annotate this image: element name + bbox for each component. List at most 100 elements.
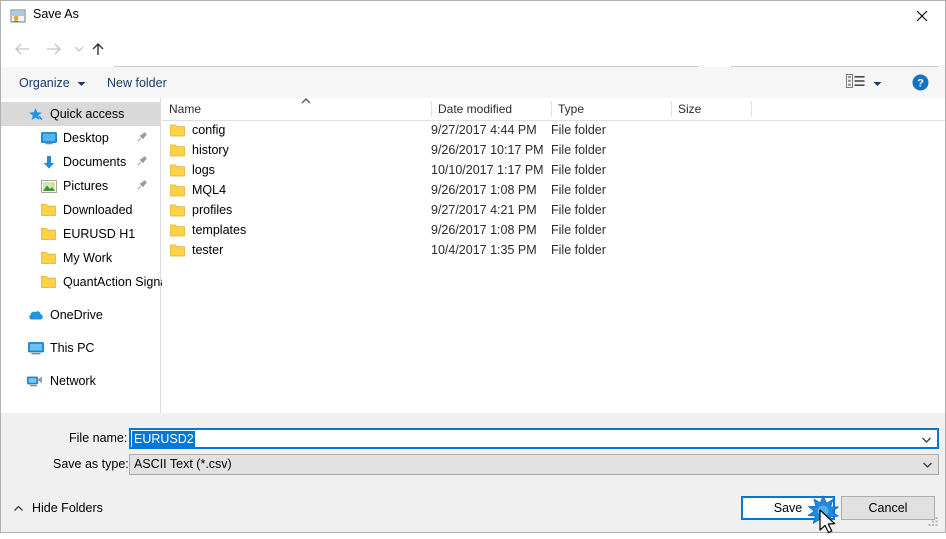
sidebar-item-label: Downloaded xyxy=(63,203,133,217)
sidebar-item-pictures[interactable]: Pictures xyxy=(1,174,160,198)
save-as-icon xyxy=(10,8,26,24)
table-row[interactable]: config 9/27/2017 4:44 PM File folder xyxy=(162,120,945,140)
sidebar-item-quantaction-signal[interactable]: QuantAction Signal xyxy=(1,270,170,294)
folder-icon xyxy=(169,222,185,238)
sidebar-item-label: Desktop xyxy=(63,131,109,145)
folder-icon xyxy=(169,202,185,218)
table-row[interactable]: logs 10/10/2017 1:17 PM File folder xyxy=(162,160,945,180)
main-content: Quick access Desktop Documents Pictures … xyxy=(1,98,945,413)
chevron-down-icon xyxy=(77,76,86,90)
pin-icon[interactable] xyxy=(137,131,148,145)
sidebar-item-label: QuantAction Signal xyxy=(63,275,171,289)
sidebar-item-downloaded[interactable]: Downloaded xyxy=(1,198,160,222)
table-row[interactable]: history 9/26/2017 10:17 PM File folder xyxy=(162,140,945,160)
save-as-type-value: ASCII Text (*.csv) xyxy=(134,457,232,471)
save-as-type-label: Save as type: xyxy=(53,457,129,471)
pin-icon[interactable] xyxy=(137,155,148,169)
file-date-cell: 9/27/2017 4:21 PM xyxy=(431,203,537,217)
pin-icon[interactable] xyxy=(137,179,148,193)
window-title: Save As xyxy=(33,7,79,21)
cancel-button[interactable]: Cancel xyxy=(841,496,935,520)
arrow-up-icon[interactable] xyxy=(85,31,111,67)
file-name-cell[interactable]: templates xyxy=(169,220,246,240)
file-type-cell: File folder xyxy=(551,143,606,157)
column-header-name[interactable]: Name xyxy=(162,98,431,120)
save-button[interactable]: Save xyxy=(741,496,835,520)
table-row[interactable]: profiles 9/27/2017 4:21 PM File folder xyxy=(162,200,945,220)
command-toolbar: Organize New folder ? xyxy=(1,67,945,99)
new-folder-button[interactable]: New folder xyxy=(99,67,175,98)
sidebar-item-eurusd-h1[interactable]: EURUSD H1 xyxy=(1,222,160,246)
arrow-right-icon[interactable] xyxy=(39,31,69,67)
folder-icon xyxy=(40,250,57,267)
folder-icon xyxy=(40,274,57,291)
navigation-pane: Quick access Desktop Documents Pictures … xyxy=(1,98,170,413)
sidebar-item-desktop[interactable]: Desktop xyxy=(1,126,160,150)
file-name-cell[interactable]: tester xyxy=(169,240,223,260)
save-as-dialog: Save As Organize New folder ? Quick acce… xyxy=(0,0,946,534)
file-name-text: config xyxy=(192,123,226,137)
file-name-cell[interactable]: MQL4 xyxy=(169,180,226,200)
file-name-text: tester xyxy=(192,243,224,257)
table-row[interactable]: templates 9/26/2017 1:08 PM File folder xyxy=(162,220,945,240)
file-name-text: MQL4 xyxy=(192,183,227,197)
file-name-text: logs xyxy=(192,163,215,177)
file-date-cell: 9/26/2017 1:08 PM xyxy=(431,223,537,237)
sidebar-item-label: EURUSD H1 xyxy=(63,227,136,241)
column-header-type[interactable]: Type xyxy=(551,98,671,120)
sidebar-item-quick-access[interactable]: Quick access xyxy=(1,102,160,126)
onedrive-icon xyxy=(27,307,44,324)
file-type-cell: File folder xyxy=(551,163,606,177)
file-date-cell: 9/26/2017 10:17 PM xyxy=(431,143,544,157)
folder-icon xyxy=(169,162,185,178)
resize-grip[interactable] xyxy=(928,516,939,527)
sidebar-item-this-pc[interactable]: This PC xyxy=(1,336,160,360)
desktop-icon xyxy=(40,130,57,147)
svg-text:?: ? xyxy=(917,78,924,90)
arrow-left-icon[interactable] xyxy=(7,31,37,67)
column-header-size[interactable]: Size xyxy=(671,98,751,120)
file-name-cell[interactable]: profiles xyxy=(169,200,232,220)
column-label: Name xyxy=(169,102,202,116)
organize-button[interactable]: Organize xyxy=(11,67,94,98)
file-rows: config 9/27/2017 4:44 PM File folder his… xyxy=(162,120,945,260)
file-date-cell: 10/10/2017 1:17 PM xyxy=(431,163,544,177)
sidebar-item-onedrive[interactable]: OneDrive xyxy=(1,303,160,327)
save-as-type-select[interactable]: ASCII Text (*.csv) xyxy=(129,454,939,475)
hide-folders-button[interactable]: Hide Folders xyxy=(13,501,103,515)
folder-icon xyxy=(40,202,57,219)
table-row[interactable]: MQL4 9/26/2017 1:08 PM File folder xyxy=(162,180,945,200)
file-type-cell: File folder xyxy=(551,223,606,237)
file-name-input[interactable]: EURUSD2 xyxy=(129,428,939,449)
column-label: Date modified xyxy=(438,102,513,116)
documents-icon xyxy=(40,154,57,171)
file-type-cell: File folder xyxy=(551,243,606,257)
folder-icon xyxy=(169,182,185,198)
sidebar-item-my-work[interactable]: My Work xyxy=(1,246,160,270)
file-name-cell[interactable]: history xyxy=(169,140,229,160)
file-name-label: File name: xyxy=(69,431,128,445)
table-row[interactable]: tester 10/4/2017 1:35 PM File folder xyxy=(162,240,945,260)
column-headers: Name Date modified Type Size xyxy=(162,98,945,121)
file-date-cell: 9/26/2017 1:08 PM xyxy=(431,183,537,197)
file-name-cell[interactable]: config xyxy=(169,120,225,140)
star-pin-icon xyxy=(27,106,44,123)
sidebar-item-documents[interactable]: Documents xyxy=(1,150,160,174)
pictures-icon xyxy=(40,178,57,195)
file-type-cell: File folder xyxy=(551,183,606,197)
sidebar-item-network[interactable]: Network xyxy=(1,369,160,393)
chevron-down-icon[interactable] xyxy=(922,458,933,472)
this-pc-icon xyxy=(27,340,44,357)
view-mode-button[interactable] xyxy=(846,67,882,98)
save-button-label: Save xyxy=(773,501,803,515)
close-icon[interactable] xyxy=(899,1,945,31)
file-name-text: history xyxy=(192,143,229,157)
sidebar-item-label: Documents xyxy=(63,155,127,169)
help-icon[interactable]: ? xyxy=(912,74,929,91)
view-chevron-down-icon[interactable] xyxy=(873,76,882,90)
sidebar-item-label: Quick access xyxy=(50,107,125,121)
folder-icon xyxy=(169,242,185,258)
file-name-cell[interactable]: logs xyxy=(169,160,215,180)
chevron-down-icon[interactable] xyxy=(921,433,932,447)
column-header-date-modified[interactable]: Date modified xyxy=(431,98,551,120)
